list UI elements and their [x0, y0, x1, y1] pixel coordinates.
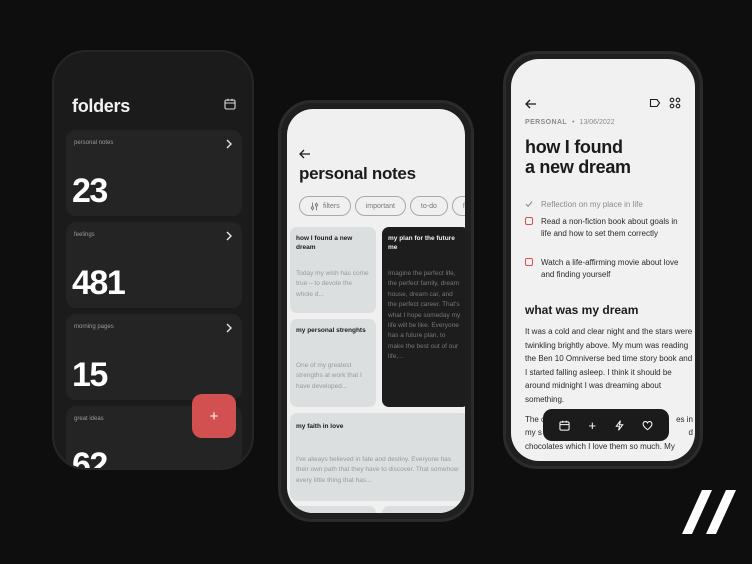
- note-card[interactable]: my personal strenghts One of my greatest…: [290, 319, 376, 407]
- folder-name: morning pages: [74, 324, 114, 330]
- chip-filters[interactable]: filters: [299, 196, 351, 216]
- checkbox-icon: [525, 217, 533, 225]
- filter-chips: filters important to-do favo: [299, 196, 465, 216]
- folder-count: 23: [72, 172, 108, 210]
- notes-screen: personal notes filters important to-do f…: [287, 109, 465, 513]
- add-folder-button[interactable]: +: [192, 394, 236, 438]
- note-card[interactable]: [290, 506, 376, 513]
- check-icon: [525, 201, 533, 207]
- folder-card-morning-pages[interactable]: morning pages 15: [66, 314, 242, 400]
- checklist-text: Watch a life-affirming movie about love …: [541, 258, 679, 280]
- note-body-paragraph: It was a cold and clear night and the st…: [525, 327, 693, 404]
- folder-card-personal-notes[interactable]: personal notes 23: [66, 130, 242, 216]
- chip-to-do[interactable]: to-do: [409, 196, 448, 216]
- meta-dot: •: [572, 119, 575, 126]
- note-card[interactable]: my faith in love I've always believed in…: [290, 413, 465, 501]
- note-card[interactable]: [382, 506, 465, 513]
- page-title: folders: [72, 96, 130, 116]
- body-text: The c: [525, 414, 546, 424]
- lightning-icon: [615, 419, 624, 431]
- checklist-text: Read a non-fiction book about goals in l…: [541, 217, 678, 239]
- calendar-icon: [559, 420, 570, 431]
- note-detail-screen: PERSONAL • 13/06/2022 how I found a new …: [511, 59, 695, 461]
- note-title: my faith in love: [296, 423, 344, 430]
- chip-label: to-do: [420, 202, 437, 210]
- body-text: es in: [676, 414, 693, 424]
- note-title-line: a new dream: [525, 157, 631, 178]
- plus-icon: +: [588, 417, 597, 433]
- note-title: how I found a new dream: [296, 235, 353, 251]
- checklist-item[interactable]: Watch a life-affirming movie about love …: [525, 257, 685, 282]
- section-heading: what was my dream: [525, 303, 639, 317]
- calendar-icon[interactable]: [224, 98, 236, 110]
- lightning-button[interactable]: [614, 419, 626, 431]
- favorite-button[interactable]: [641, 419, 653, 431]
- notes-phone: personal notes filters important to-do f…: [278, 100, 474, 522]
- brand-logo-icon: [682, 490, 736, 534]
- arrow-left-icon[interactable]: [525, 99, 537, 109]
- chip-label: favo: [462, 202, 465, 210]
- chevron-right-icon: [226, 323, 232, 333]
- note-meta: PERSONAL • 13/06/2022: [525, 119, 615, 126]
- page-title: personal notes: [299, 164, 416, 183]
- folder-count: 62: [72, 446, 108, 468]
- folder-name: feelings: [74, 232, 95, 238]
- folders-phone: folders personal notes 23 feelings 481 m…: [52, 50, 254, 470]
- folder-name: great ideas: [74, 416, 104, 422]
- chevron-right-icon: [226, 139, 232, 149]
- note-title-line: how I found: [525, 137, 623, 157]
- bottom-toolbar: +: [543, 409, 669, 441]
- grid-icon[interactable]: [669, 97, 681, 109]
- note-card[interactable]: how I found a new dream Today my wish ha…: [290, 227, 376, 313]
- category-label: PERSONAL: [525, 119, 568, 126]
- checkbox-icon: [525, 258, 533, 266]
- body-text: my s: [525, 428, 542, 438]
- chip-favorites[interactable]: favo: [451, 196, 465, 216]
- note-date: 13/06/2022: [579, 119, 615, 126]
- note-title: my plan for the future me: [388, 235, 455, 251]
- checklist-item[interactable]: Reflection on my place in life: [525, 199, 685, 211]
- folders-screen: folders personal notes 23 feelings 481 m…: [54, 52, 252, 468]
- body-text: d: [688, 428, 693, 438]
- plus-icon: +: [209, 407, 219, 425]
- label-icon[interactable]: [649, 97, 661, 109]
- add-button[interactable]: +: [586, 417, 598, 433]
- note-preview: One of my greatest strengths at work tha…: [296, 362, 362, 390]
- chevron-right-icon: [226, 231, 232, 241]
- folder-count: 15: [72, 356, 108, 394]
- folder-card-feelings[interactable]: feelings 481: [66, 222, 242, 308]
- note-title: my personal strenghts: [296, 327, 366, 334]
- folder-name: personal notes: [74, 140, 114, 146]
- folder-count: 481: [72, 264, 126, 302]
- note-preview: I've always believed in fate and destiny…: [296, 456, 459, 484]
- arrow-left-icon[interactable]: [299, 149, 311, 159]
- note-preview: Imagine the perfect life, the perfect fa…: [388, 270, 461, 361]
- note-preview: Today my wish has come true – to devote …: [296, 270, 369, 298]
- chip-important[interactable]: important: [354, 196, 406, 216]
- heart-icon: [642, 420, 653, 430]
- checklist-item[interactable]: Read a non-fiction book about goals in l…: [525, 216, 685, 241]
- note-detail-phone: PERSONAL • 13/06/2022 how I found a new …: [503, 51, 703, 469]
- sliders-icon: [310, 202, 319, 210]
- body-text: chocolates which I love them so much. My: [525, 441, 675, 451]
- chip-label: filters: [323, 202, 340, 210]
- checklist-text: Reflection on my place in life: [541, 200, 643, 209]
- note-title: how I found a new dream: [525, 137, 631, 177]
- chip-label: important: [365, 202, 395, 210]
- calendar-button[interactable]: [559, 419, 571, 431]
- note-card[interactable]: my plan for the future me Imagine the pe…: [382, 227, 465, 407]
